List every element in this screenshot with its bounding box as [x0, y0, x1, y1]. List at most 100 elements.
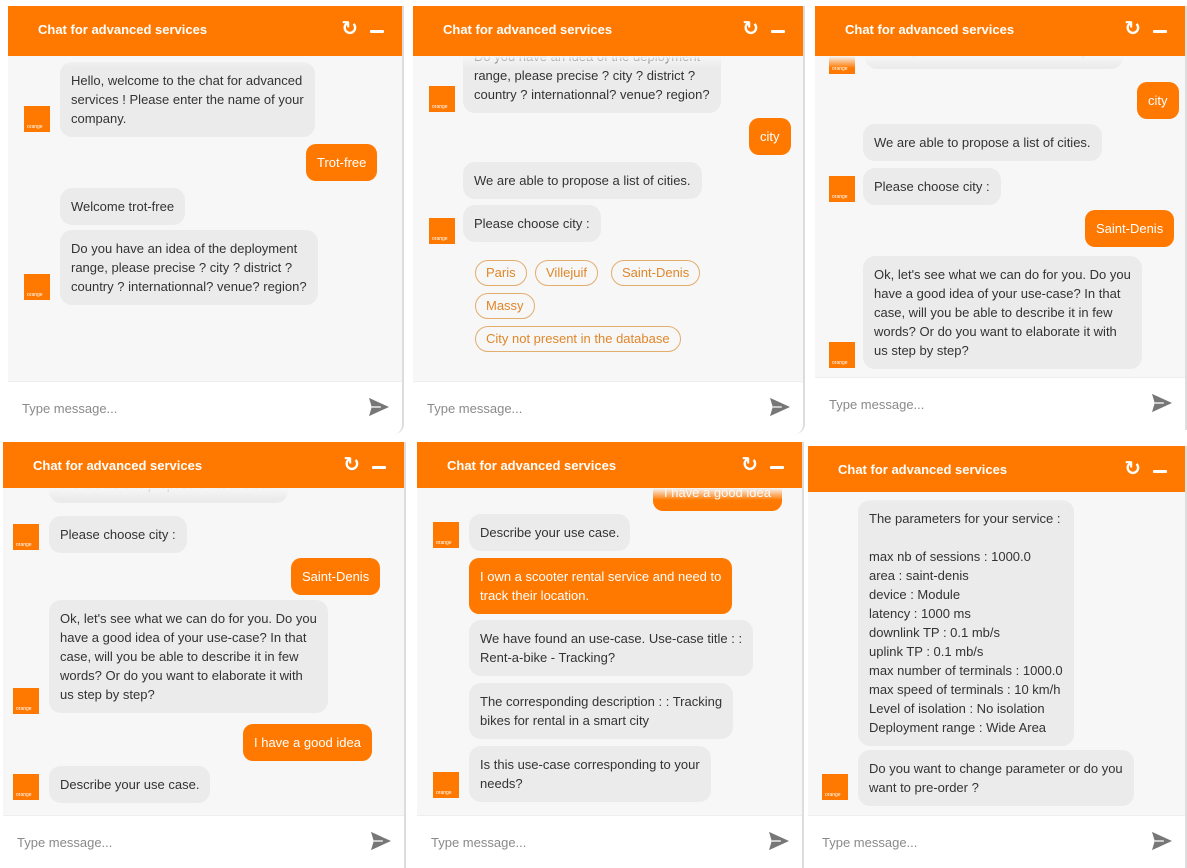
- chat-title: Chat for advanced services: [443, 22, 613, 37]
- message-input[interactable]: [827, 392, 1131, 416]
- message-list: I have a good ideaDescribe your use case…: [417, 488, 802, 816]
- chat-window: Chat for advanced services ↻ I have a good…: [417, 442, 804, 868]
- user-message: city: [1137, 82, 1179, 119]
- send-icon[interactable]: [769, 397, 791, 417]
- user-message: I own a scooter rental service and need …: [469, 558, 733, 614]
- chat-header: Chat for advanced services ↻: [3, 442, 404, 488]
- refresh-icon[interactable]: ↻: [741, 453, 758, 477]
- send-icon[interactable]: [370, 831, 392, 851]
- bot-message: We are able to propose a list of cities.: [463, 162, 702, 199]
- bot-message: The parameters for your service : max nb…: [858, 500, 1074, 746]
- message-input-bar: [413, 381, 803, 434]
- bot-message: Do you have an idea of the deployment ra…: [60, 230, 318, 305]
- message-input-bar: [417, 815, 802, 868]
- chat-title: Chat for advanced services: [447, 458, 617, 473]
- city-option-button[interactable]: City not present in the database: [475, 326, 681, 352]
- refresh-icon[interactable]: ↻: [1124, 17, 1141, 41]
- bot-message: Ok, let's see what we can do for you. Do…: [863, 256, 1142, 369]
- bot-message: Describe your use case.: [469, 514, 631, 551]
- message-input-bar: [3, 815, 404, 868]
- minimize-icon[interactable]: [1153, 30, 1167, 33]
- minimize-icon[interactable]: [1153, 470, 1167, 473]
- bot-message: Do you want to change parameter or do yo…: [858, 750, 1134, 806]
- chat-title: Chat for advanced services: [33, 458, 203, 473]
- bot-message: We are able to propose a list of cities.: [863, 124, 1102, 161]
- message-list: country ? internationnal? venue? region?…: [815, 56, 1185, 378]
- city-option-button[interactable]: Saint-Denis: [611, 260, 701, 286]
- chat-window: Chat for advanced services ↻ The parameter…: [808, 446, 1187, 868]
- chat-window: Chat for advanced services ↻ country ? int…: [815, 6, 1187, 430]
- message-input[interactable]: [20, 396, 324, 420]
- user-message: Saint-Denis: [1085, 210, 1175, 247]
- orange-avatar-icon: orange: [829, 176, 855, 202]
- bot-message: The corresponding description : : Tracki…: [469, 683, 734, 739]
- user-message: Saint-Denis: [291, 558, 381, 595]
- chat-header: Chat for advanced services ↻: [8, 6, 402, 56]
- chat-title: Chat for advanced services: [838, 462, 1008, 477]
- bot-message: Please choose city :: [49, 516, 187, 553]
- message-input-bar: [808, 815, 1185, 868]
- message-input-bar: [8, 381, 402, 434]
- user-message: city: [749, 118, 791, 155]
- chat-window: Chat for advanced services ↻ We are able t…: [3, 442, 406, 868]
- chat-title: Chat for advanced services: [38, 22, 208, 37]
- chat-window: Chat for advanced services ↻ Hello, welcom…: [8, 6, 404, 434]
- refresh-icon[interactable]: ↻: [1124, 457, 1141, 481]
- refresh-icon[interactable]: ↻: [742, 17, 759, 41]
- city-option-button[interactable]: Villejuif: [535, 260, 598, 286]
- message-list: We are able to propose a list of cities.…: [3, 488, 404, 816]
- scroll-fade: [8, 56, 402, 68]
- orange-avatar-icon: orange: [24, 106, 50, 132]
- scroll-fade: [3, 488, 404, 500]
- bot-message: Hello, welcome to the chat for advanced …: [60, 62, 315, 137]
- orange-avatar-icon: orange: [429, 218, 455, 244]
- scroll-fade: [417, 488, 802, 500]
- city-option-button[interactable]: Paris: [475, 260, 527, 286]
- orange-avatar-icon: orange: [24, 274, 50, 300]
- bot-message: Please choose city :: [863, 168, 1001, 205]
- bot-message: Describe your use case.: [49, 766, 211, 803]
- minimize-icon[interactable]: [771, 30, 785, 33]
- bot-message: Please choose city :: [463, 205, 601, 242]
- orange-avatar-icon: orange: [433, 772, 459, 798]
- message-input[interactable]: [15, 830, 319, 854]
- message-list: Hello, welcome to the chat for advanced …: [8, 56, 402, 382]
- minimize-icon[interactable]: [370, 30, 384, 33]
- message-input[interactable]: [425, 396, 729, 420]
- user-message: I have a good idea: [243, 724, 372, 761]
- orange-avatar-icon: orange: [429, 86, 455, 112]
- message-input[interactable]: [429, 830, 733, 854]
- chat-header: Chat for advanced services ↻: [815, 6, 1185, 56]
- city-option-button[interactable]: Massy: [475, 293, 535, 319]
- message-list: The parameters for your service : max nb…: [808, 492, 1185, 816]
- user-message: Trot-free: [306, 144, 378, 181]
- refresh-icon[interactable]: ↻: [341, 17, 358, 41]
- scroll-fade: [413, 56, 803, 68]
- chat-title: Chat for advanced services: [845, 22, 1015, 37]
- send-icon[interactable]: [368, 397, 390, 417]
- chat-header: Chat for advanced services ↻: [413, 6, 803, 56]
- orange-avatar-icon: orange: [433, 522, 459, 548]
- scroll-fade: [808, 492, 1185, 504]
- chat-header: Chat for advanced services ↻: [808, 446, 1185, 492]
- orange-avatar-icon: orange: [822, 774, 848, 800]
- minimize-icon[interactable]: [770, 466, 784, 469]
- orange-avatar-icon: orange: [13, 688, 39, 714]
- send-icon[interactable]: [768, 831, 790, 851]
- send-icon[interactable]: [1151, 831, 1173, 851]
- bot-message: We have found an use-case. Use-case titl…: [469, 620, 754, 676]
- send-icon[interactable]: [1151, 393, 1173, 413]
- orange-avatar-icon: orange: [13, 524, 39, 550]
- bot-message: Ok, let's see what we can do for you. Do…: [49, 600, 328, 713]
- refresh-icon[interactable]: ↻: [343, 453, 360, 477]
- chat-window: Chat for advanced services ↻ Do you have a…: [413, 6, 805, 434]
- scroll-fade: [815, 56, 1185, 68]
- message-list: Do you have an idea of the deployment ra…: [413, 56, 803, 382]
- orange-avatar-icon: orange: [13, 774, 39, 800]
- bot-message: Welcome trot-free: [60, 188, 186, 225]
- orange-avatar-icon: orange: [829, 342, 855, 368]
- bot-message: Is this use-case corresponding to your n…: [469, 746, 711, 802]
- chat-header: Chat for advanced services ↻: [417, 442, 802, 488]
- minimize-icon[interactable]: [372, 466, 386, 469]
- message-input[interactable]: [820, 830, 1124, 854]
